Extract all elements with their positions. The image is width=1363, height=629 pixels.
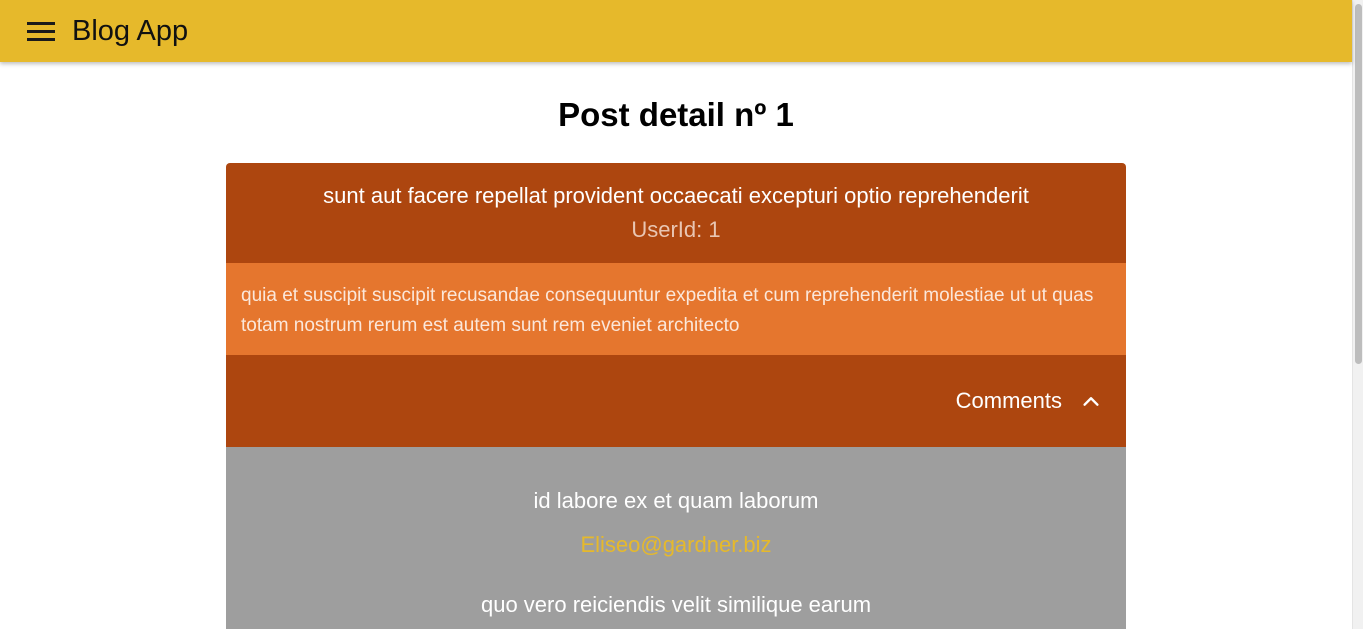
comment-name: quo vero reiciendis velit similique earu…	[480, 592, 872, 617]
post-title: sunt aut facere repellat provident occae…	[323, 183, 1029, 208]
app-title: Blog App	[72, 14, 189, 47]
vertical-scrollbar[interactable]	[1352, 0, 1363, 629]
app-bar: Blog App	[0, 0, 1352, 62]
page-title: Post detail nº 1	[558, 96, 794, 133]
comments-toggle-button[interactable]: Comments	[956, 388, 1102, 414]
chevron-up-icon	[1083, 397, 1099, 406]
post-card: sunt aut facere repellat provident occae…	[226, 163, 1126, 629]
scrollbar-thumb[interactable]	[1355, 4, 1362, 364]
comments-list: id labore ex et quam laborum Eliseo@gard…	[226, 447, 1126, 629]
post-user-id: UserId: 1	[631, 217, 721, 242]
post-card-header: sunt aut facere repellat provident occae…	[226, 163, 1126, 263]
comments-toggle-label: Comments	[955, 388, 1062, 413]
hamburger-menu-icon[interactable]	[27, 19, 57, 43]
comment-name: id labore ex et quam laborum	[533, 488, 819, 513]
comment-email: Eliseo@gardner.biz	[580, 532, 772, 557]
post-card-actions: Comments	[226, 355, 1126, 447]
post-body: quia et suscipit suscipit recusandae con…	[226, 263, 1126, 355]
